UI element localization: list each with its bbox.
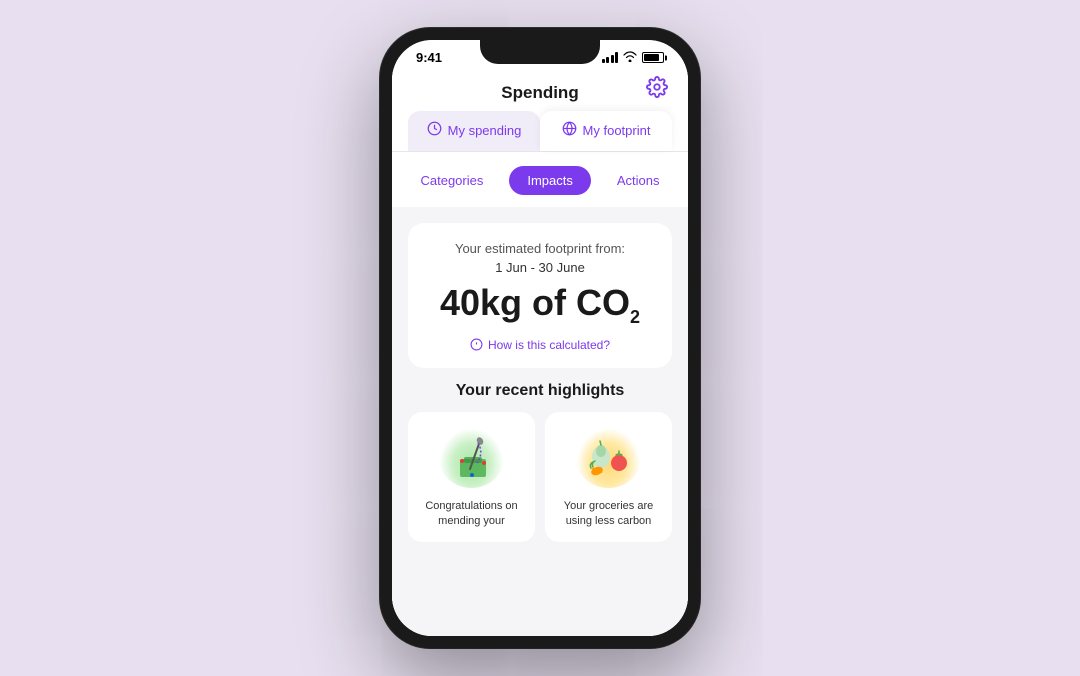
app-header: Spending [392,69,688,111]
scroll-area: Your estimated footprint from: 1 Jun - 3… [392,207,688,636]
highlight-card-sewing: Congratulations on mending your [408,412,535,542]
subtab-categories[interactable]: Categories [402,166,501,195]
sewing-illustration [437,426,507,491]
footprint-from-label: Your estimated footprint from: [424,241,656,256]
status-time: 9:41 [416,50,442,65]
subtab-actions-label: Actions [617,173,660,188]
phone-device: 9:41 [380,28,700,648]
subtab-impacts-label: Impacts [527,173,573,188]
subtab-impacts[interactable]: Impacts [509,166,591,195]
grocery-illustration [574,426,644,491]
grocery-highlight-text: Your groceries are using less carbon [555,499,662,530]
highlights-title: Your recent highlights [408,382,672,400]
settings-button[interactable] [646,76,668,104]
tab-my-spending[interactable]: My spending [408,111,540,151]
tab-my-footprint[interactable]: My footprint [540,111,672,151]
subtab-categories-label: Categories [420,173,483,188]
spending-icon [427,121,442,139]
subtab-actions[interactable]: Actions [599,166,678,195]
signal-icon [602,52,619,63]
footprint-icon [562,121,577,139]
highlights-grid: Congratulations on mending your [408,412,672,542]
main-tab-bar: My spending My footprint [408,111,672,151]
battery-icon [642,52,664,63]
sewing-highlight-text: Congratulations on mending your [418,499,525,530]
status-icons [602,51,665,65]
footprint-co2-value: 40kg of CO2 [424,283,656,328]
tab-spending-label: My spending [448,123,522,138]
footprint-card: Your estimated footprint from: 1 Jun - 3… [408,223,672,368]
wifi-icon [623,51,637,65]
tab-footprint-label: My footprint [583,123,651,138]
app-content: Spending My spe [392,69,688,636]
phone-notch [480,40,600,64]
how-calculated-link[interactable]: How is this calculated? [424,338,656,352]
how-calculated-text: How is this calculated? [488,338,610,352]
highlight-card-groceries: Your groceries are using less carbon [545,412,672,542]
page-title: Spending [501,83,578,103]
footprint-date-range: 1 Jun - 30 June [424,260,656,275]
phone-screen: 9:41 [392,40,688,636]
sub-tab-bar: Categories Impacts Actions [392,152,688,207]
